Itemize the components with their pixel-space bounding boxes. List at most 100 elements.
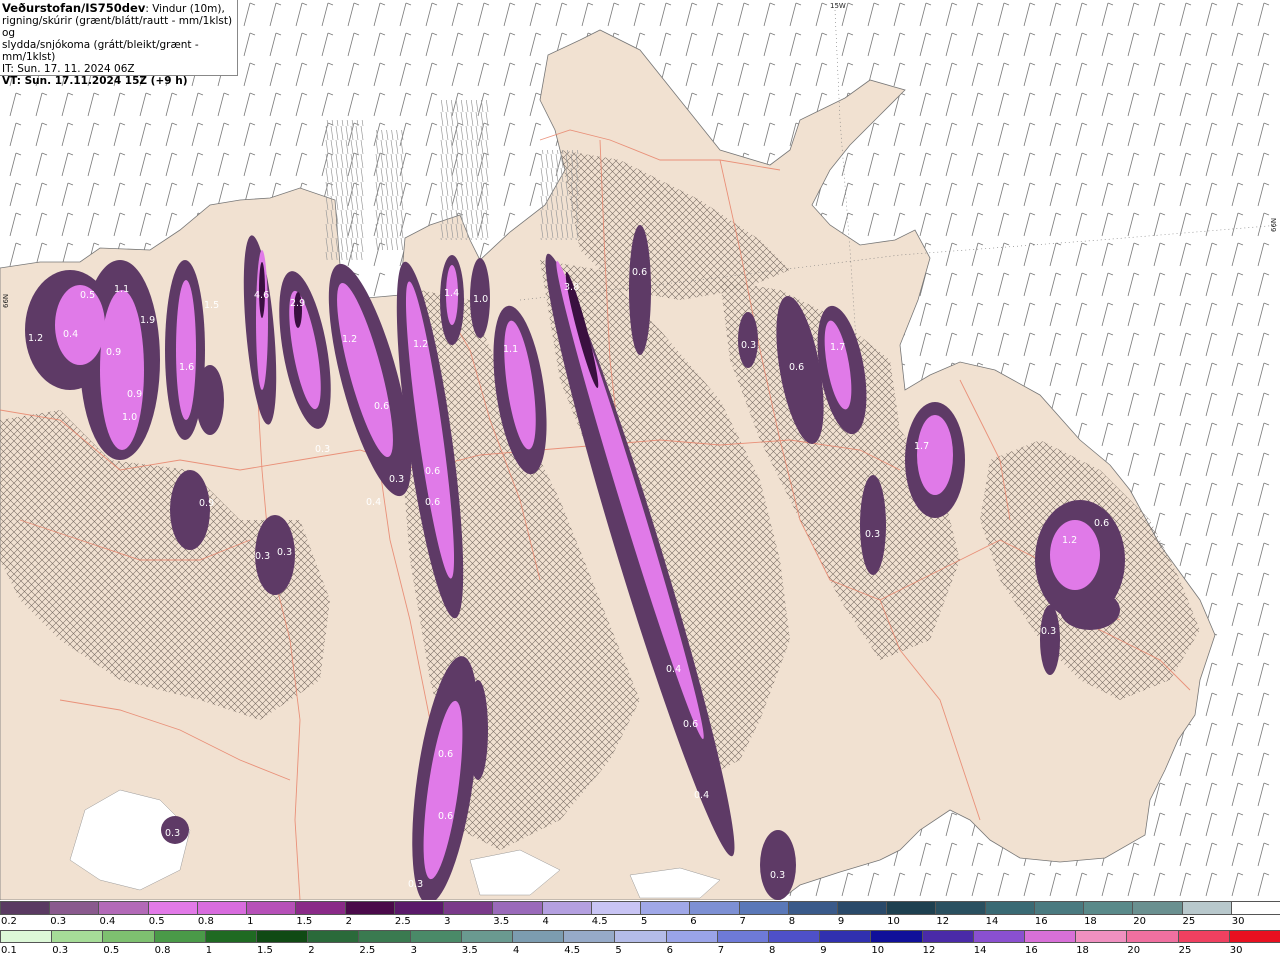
scale-swatch bbox=[344, 901, 395, 915]
scale-swatch bbox=[1033, 901, 1085, 915]
scale-label: 16 bbox=[1034, 916, 1048, 927]
scale-label: 25 bbox=[1178, 945, 1192, 956]
scale-swatch bbox=[716, 930, 770, 943]
scale-label: 1.5 bbox=[257, 945, 273, 956]
lon-label: 15W bbox=[830, 2, 846, 10]
scale-label: 0.1 bbox=[1, 945, 17, 956]
value-label: 1.0 bbox=[473, 294, 488, 305]
scale-swatch bbox=[614, 930, 667, 943]
value-label: 0.3 bbox=[165, 828, 180, 839]
scale-label: 4.5 bbox=[564, 945, 581, 956]
value-label: 0.6 bbox=[683, 719, 698, 730]
scale-swatch bbox=[307, 930, 360, 943]
scale-swatch bbox=[196, 901, 248, 915]
rain-scale-labels: 0.1 0.3 0.5 0.8 1 1.5 2 2.5 3 3.5 4 4.5 5 6 7 8 9 10 12 14 1… bbox=[0, 945, 1280, 957]
scale-label: 5 bbox=[615, 945, 622, 956]
scale-label: 0.3 bbox=[52, 945, 69, 956]
weather-map: 15W 66N 66N 1.2 0.4 0.5 1.1 0.9 1.9 1.6 … bbox=[0, 0, 1280, 904]
scale-swatch bbox=[1228, 930, 1280, 943]
description-3: slydda/snjókoma (grátt/bleikt/grænt - mm… bbox=[2, 39, 199, 63]
scale-label: 14 bbox=[973, 945, 987, 956]
lat-label-left: 66N bbox=[2, 294, 10, 308]
value-label: 0.9 bbox=[127, 389, 142, 400]
value-label: 0.3 bbox=[770, 870, 785, 881]
scale-label: 2.5 bbox=[394, 916, 411, 927]
scale-swatch bbox=[787, 901, 838, 915]
scale-label: 4.5 bbox=[591, 916, 608, 927]
scale-label: 10 bbox=[887, 916, 900, 927]
scale-swatch bbox=[1126, 930, 1179, 943]
value-label: 1.6 bbox=[179, 362, 194, 373]
value-label: 0.3 bbox=[389, 474, 404, 485]
scale-swatch bbox=[295, 901, 346, 915]
scale-label: 2 bbox=[345, 916, 352, 927]
value-label: 0.3 bbox=[865, 529, 880, 540]
value-label: 1.7 bbox=[830, 342, 845, 353]
value-label: 0.6 bbox=[425, 466, 440, 477]
scale-label: 8 bbox=[788, 916, 796, 927]
scale-label: 2 bbox=[308, 945, 315, 956]
scale-swatch bbox=[1181, 901, 1232, 915]
scale-label: 3.5 bbox=[493, 916, 510, 927]
value-label: 2.9 bbox=[290, 298, 305, 309]
scale-swatch bbox=[512, 930, 565, 943]
scale-swatch bbox=[886, 901, 937, 915]
scale-label: 3.5 bbox=[461, 945, 478, 956]
scale-swatch bbox=[443, 901, 494, 915]
rain-color-scale bbox=[0, 930, 1280, 943]
value-label: 0.3 bbox=[408, 879, 423, 890]
map-title: Veðurstofan/IS750dev: Vindur (10m), rign… bbox=[0, 0, 238, 87]
scale-label: 6 bbox=[666, 945, 673, 956]
value-label: 0.9 bbox=[199, 498, 214, 509]
value-label: 1.0 bbox=[122, 412, 137, 423]
scale-label: 1.5 bbox=[296, 916, 313, 927]
scale-label: 18 bbox=[1076, 945, 1089, 956]
scale-swatch bbox=[541, 901, 592, 915]
scale-swatch bbox=[972, 930, 1026, 943]
init-time: IT: Sun. 17. 11. 2024 06Z bbox=[2, 63, 135, 75]
scale-label: 8 bbox=[769, 945, 776, 956]
scale-label: 0.4 bbox=[99, 916, 116, 927]
value-label: 0.6 bbox=[438, 811, 453, 822]
scale-swatch bbox=[246, 901, 297, 915]
value-label: 0.4 bbox=[366, 497, 381, 508]
scale-label: 7 bbox=[739, 916, 746, 927]
scale-label: 14 bbox=[985, 916, 999, 927]
scale-swatch bbox=[935, 901, 986, 915]
scale-swatch bbox=[640, 901, 691, 915]
scale-swatch bbox=[147, 901, 198, 915]
value-label: 1.1 bbox=[503, 344, 518, 355]
scale-swatch bbox=[0, 930, 53, 943]
value-label: 1.2 bbox=[413, 339, 428, 350]
scale-label: 16 bbox=[1025, 945, 1038, 956]
value-label: 0.3 bbox=[1041, 626, 1056, 637]
value-label: 1.5 bbox=[204, 300, 219, 311]
scale-swatch bbox=[738, 901, 789, 915]
scale-swatch bbox=[870, 930, 923, 943]
description-2: rigning/skúrir (grænt/blátt/rautt - mm/1… bbox=[2, 15, 233, 39]
scale-swatch bbox=[409, 930, 462, 943]
value-label: 0.5 bbox=[80, 290, 95, 301]
snow-scale-labels: 0.2 0.3 0.4 0.5 0.8 1 1.5 2 2.5 3 3.5 4 4.5 5 6 7 8 9 10 12… bbox=[0, 916, 1280, 928]
value-label: 0.6 bbox=[632, 267, 647, 278]
value-label: 0.9 bbox=[106, 347, 121, 358]
scale-swatch bbox=[590, 901, 642, 915]
scale-label: 0.3 bbox=[50, 916, 67, 927]
scale-swatch bbox=[460, 930, 514, 943]
scale-label: 3 bbox=[410, 945, 417, 956]
scale-swatch bbox=[819, 930, 872, 943]
scale-label: 0.8 bbox=[197, 916, 214, 927]
scale-label: 20 bbox=[1133, 916, 1147, 927]
value-label: 3.8 bbox=[564, 282, 579, 293]
scale-swatch bbox=[665, 930, 718, 943]
scale-swatch bbox=[1132, 901, 1183, 915]
scale-label: 5 bbox=[641, 916, 648, 927]
scale-label: 10 bbox=[871, 945, 885, 956]
scale-label: 18 bbox=[1084, 916, 1097, 927]
scale-swatch bbox=[0, 901, 51, 915]
scale-swatch bbox=[102, 930, 155, 943]
value-label: 0.4 bbox=[63, 329, 78, 340]
value-label: 0.4 bbox=[694, 790, 709, 801]
scale-label: 2.5 bbox=[359, 945, 376, 956]
title-line-1: Veðurstofan/IS750dev: Vindur (10m), bbox=[2, 2, 237, 15]
